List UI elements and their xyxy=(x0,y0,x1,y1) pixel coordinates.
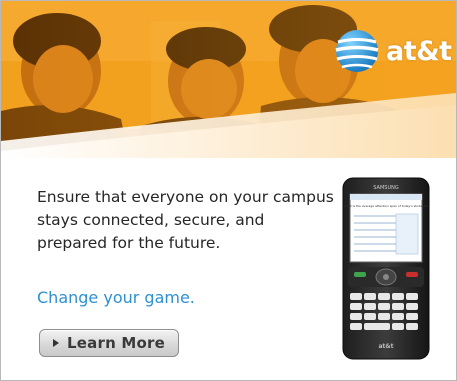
phone-carrier-label: at&t xyxy=(378,343,393,350)
hero-photo xyxy=(1,1,456,158)
play-arrow-icon xyxy=(53,339,60,347)
learn-more-label: Learn More xyxy=(67,334,165,352)
att-globe-icon xyxy=(335,30,379,72)
att-banner-ad[interactable]: at&t Ensure that everyone on your campus… xyxy=(0,0,457,381)
att-wordmark: at&t xyxy=(386,35,452,67)
tagline-link[interactable]: Change your game. xyxy=(37,288,195,307)
headline-text: Ensure that everyone on your campus stay… xyxy=(37,188,334,252)
phone-screen-title: What is the average attention span of to… xyxy=(344,204,429,208)
hero-banner: at&t xyxy=(1,1,456,158)
phone-maker-label: SAMSUNG xyxy=(373,185,399,191)
learn-more-button[interactable]: Learn More xyxy=(39,329,179,357)
att-logo[interactable]: at&t xyxy=(334,27,452,75)
smartphone-illustration: SAMSUNG What is the average attention sp… xyxy=(342,177,430,360)
